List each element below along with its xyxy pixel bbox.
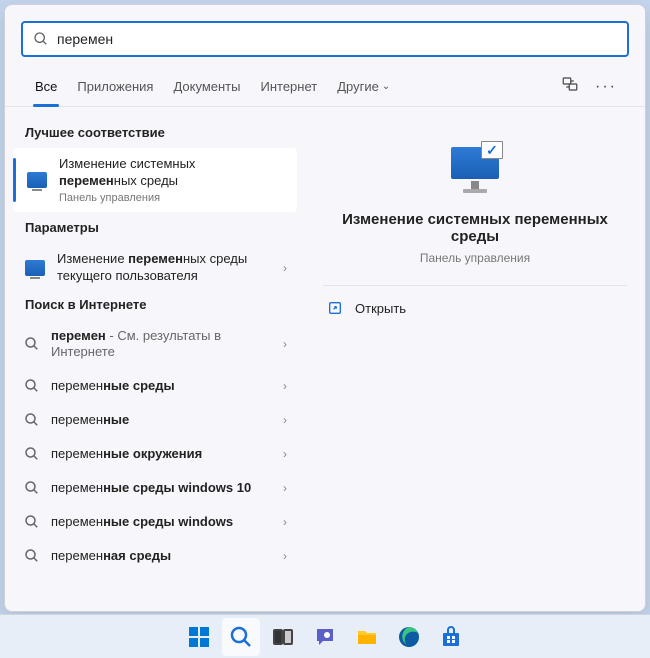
taskbar-taskview[interactable] xyxy=(264,618,302,656)
search-icon xyxy=(23,547,41,565)
preview-title: Изменение системных переменных среды xyxy=(323,211,627,245)
result-web-4[interactable]: переменные среды windows 10 › xyxy=(5,471,305,505)
taskbar-chat[interactable] xyxy=(306,618,344,656)
search-icon xyxy=(23,513,41,531)
preview-pane: ✓ Изменение системных переменных среды П… xyxy=(305,107,645,611)
tab-internet[interactable]: Интернет xyxy=(250,67,327,106)
search-across-devices-icon[interactable] xyxy=(553,75,587,98)
results-list: Лучшее соответствие Изменение системных … xyxy=(5,107,305,611)
result-title: Изменение переменных среды текущего поль… xyxy=(57,251,279,285)
result-web-6[interactable]: переменная среды › xyxy=(5,539,305,573)
search-icon xyxy=(23,335,41,353)
chevron-right-icon: › xyxy=(279,413,291,427)
tab-more[interactable]: Другие⌄ xyxy=(327,67,400,106)
taskbar xyxy=(0,614,650,658)
open-icon xyxy=(327,300,343,316)
search-icon xyxy=(23,479,41,497)
result-settings-user-env[interactable]: Изменение переменных среды текущего поль… xyxy=(5,243,305,293)
search-window: Все Приложения Документы Интернет Другие… xyxy=(4,4,646,612)
result-title: переменные среды windows 10 xyxy=(51,480,279,497)
result-title: Изменение системных переменных среды xyxy=(59,156,283,190)
result-web-1[interactable]: переменные среды › xyxy=(5,369,305,403)
taskbar-store[interactable] xyxy=(432,618,470,656)
search-icon xyxy=(23,377,41,395)
result-web-3[interactable]: переменные окружения › xyxy=(5,437,305,471)
start-button[interactable] xyxy=(180,618,218,656)
chevron-right-icon: › xyxy=(279,515,291,529)
tab-all[interactable]: Все xyxy=(25,67,67,106)
result-best-match[interactable]: Изменение системных переменных среды Пан… xyxy=(13,148,297,212)
taskbar-edge[interactable] xyxy=(390,618,428,656)
result-web-5[interactable]: переменные среды windows › xyxy=(5,505,305,539)
filter-tabs: Все Приложения Документы Интернет Другие… xyxy=(5,67,645,107)
search-icon xyxy=(23,445,41,463)
chevron-right-icon: › xyxy=(279,549,291,563)
search-icon xyxy=(23,411,41,429)
chevron-down-icon: ⌄ xyxy=(382,81,390,92)
search-input[interactable] xyxy=(57,31,617,47)
chevron-right-icon: › xyxy=(279,447,291,461)
result-web-2[interactable]: переменные › xyxy=(5,403,305,437)
result-title: переменная среды xyxy=(51,548,279,565)
open-button[interactable]: Открыть xyxy=(323,286,627,330)
result-title: перемен - См. результаты в Интернете xyxy=(51,328,279,362)
search-icon xyxy=(33,31,49,47)
tab-documents[interactable]: Документы xyxy=(163,67,250,106)
monitor-icon xyxy=(23,256,47,280)
chevron-right-icon: › xyxy=(279,481,291,495)
chevron-right-icon: › xyxy=(279,261,291,275)
result-web-0[interactable]: перемен - См. результаты в Интернете › xyxy=(5,320,305,370)
search-bar[interactable] xyxy=(21,21,629,57)
more-options-icon[interactable]: ··· xyxy=(587,78,625,96)
result-subtitle: Панель управления xyxy=(59,192,283,204)
monitor-icon xyxy=(25,168,49,192)
section-best-match: Лучшее соответствие xyxy=(5,121,305,148)
result-title: переменные окружения xyxy=(51,446,279,463)
taskbar-explorer[interactable] xyxy=(348,618,386,656)
section-web-search: Поиск в Интернете xyxy=(5,293,305,320)
section-settings: Параметры xyxy=(5,216,305,243)
result-title: переменные среды xyxy=(51,378,279,395)
preview-subtitle: Панель управления xyxy=(420,251,530,265)
chevron-right-icon: › xyxy=(279,379,291,393)
result-title: переменные xyxy=(51,412,279,429)
taskbar-search[interactable] xyxy=(222,618,260,656)
monitor-check-icon: ✓ xyxy=(447,141,503,197)
tab-apps[interactable]: Приложения xyxy=(67,67,163,106)
result-title: переменные среды windows xyxy=(51,514,279,531)
chevron-right-icon: › xyxy=(279,337,291,351)
